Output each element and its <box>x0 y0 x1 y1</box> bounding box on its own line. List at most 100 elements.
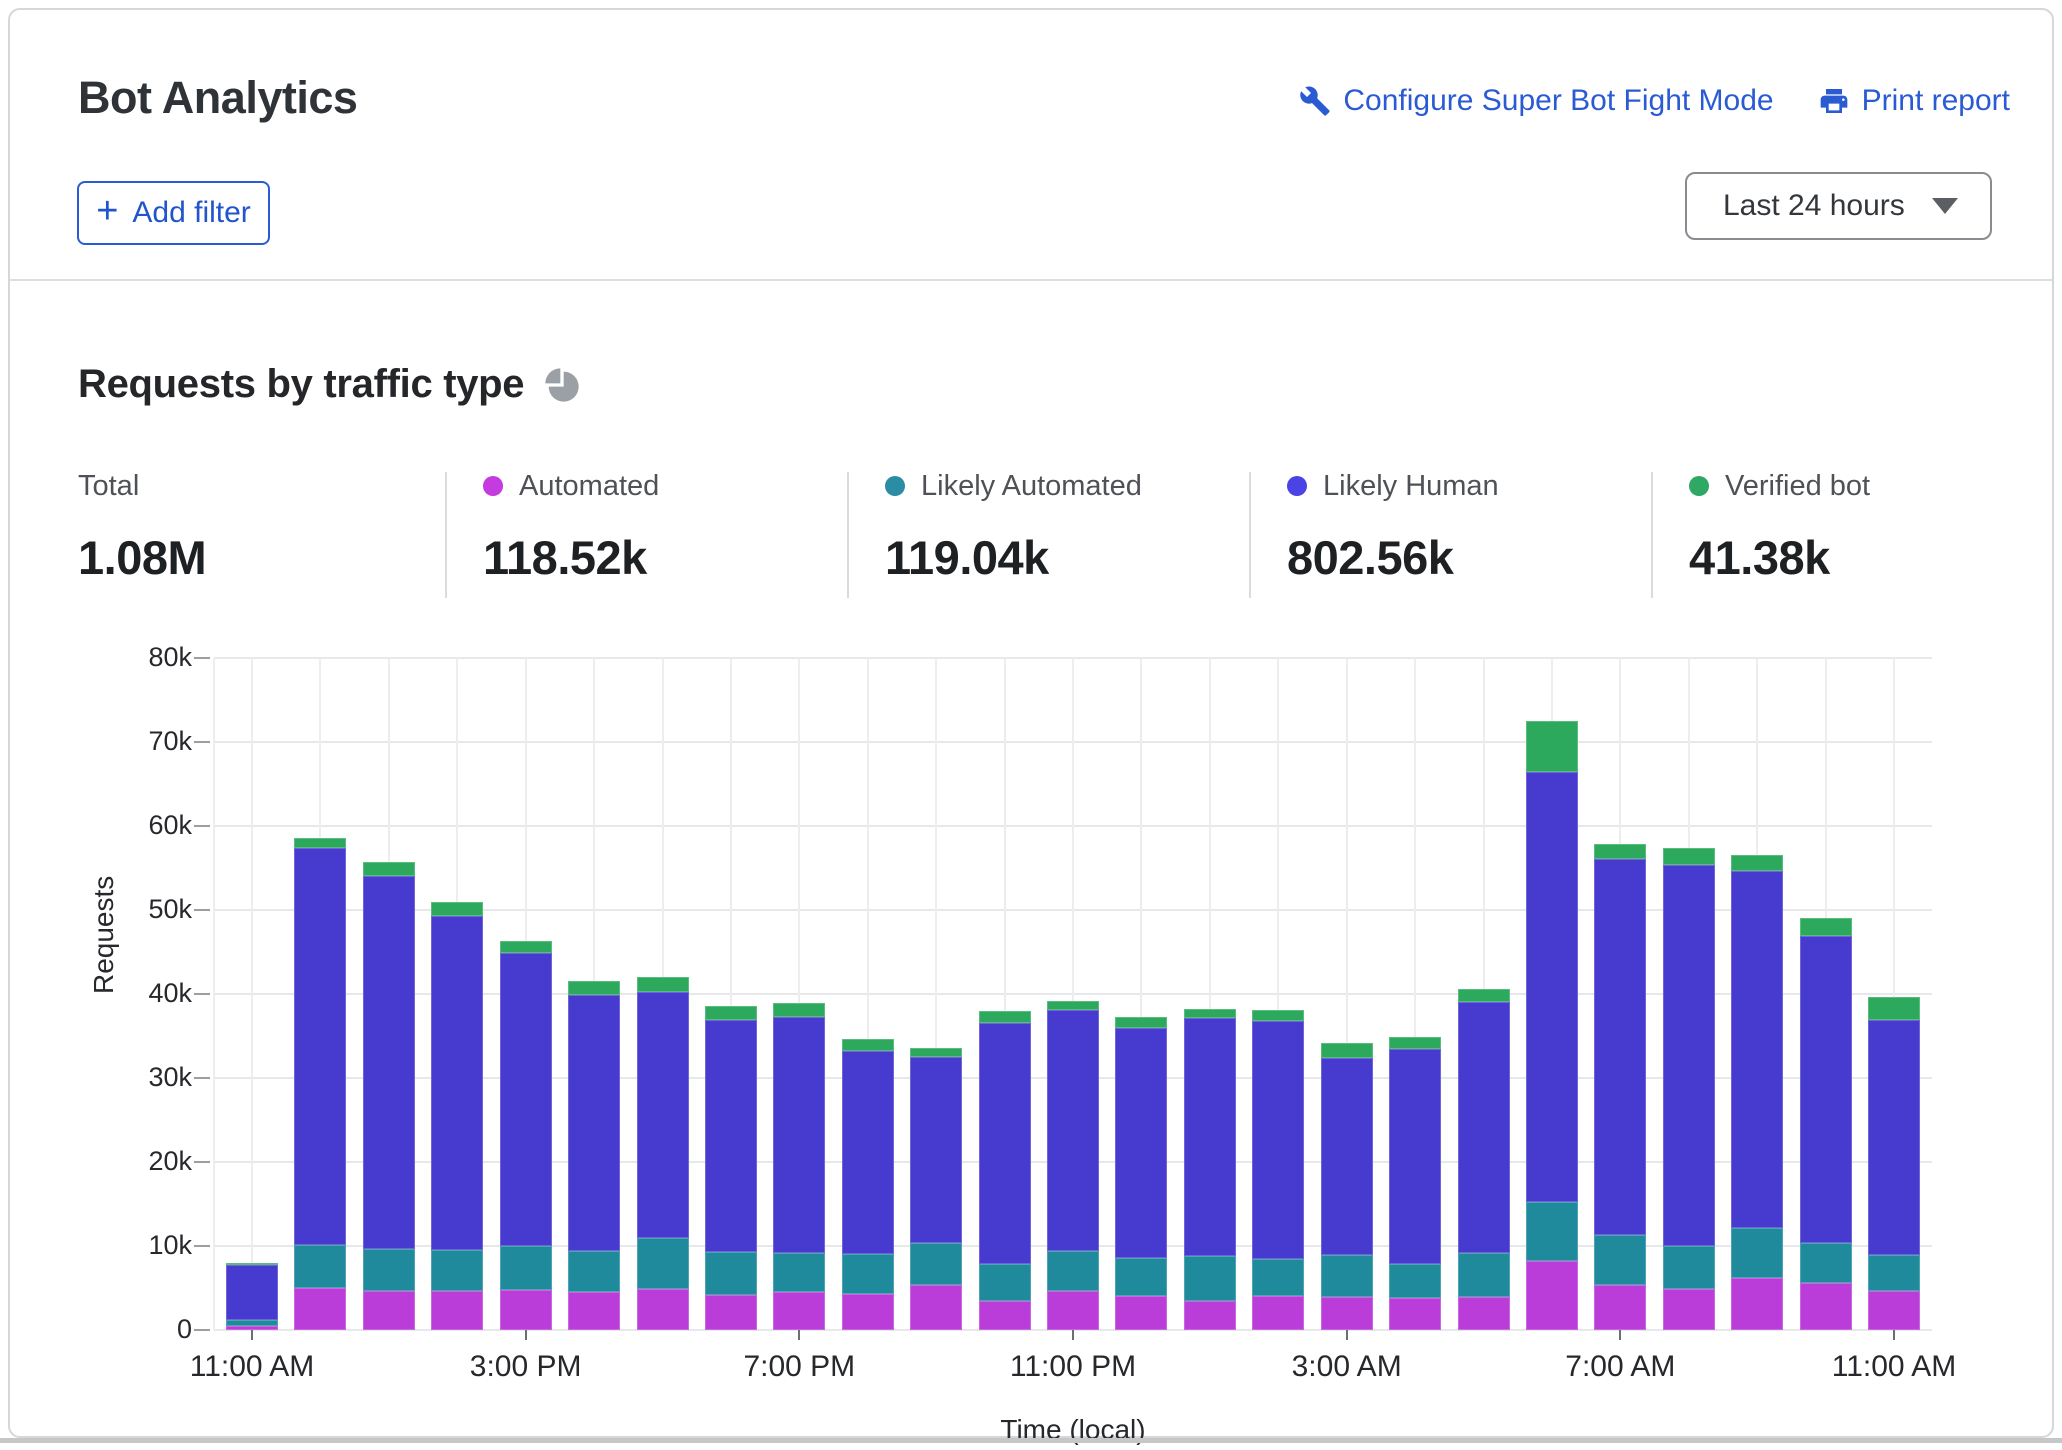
bar-segment-likely-automated[interactable] <box>226 1320 278 1326</box>
bar-segment-automated[interactable] <box>1868 1291 1920 1330</box>
bar-segment-automated[interactable] <box>500 1290 552 1330</box>
add-filter-button[interactable]: + Add filter <box>77 181 270 245</box>
bar-segment-likely-automated[interactable] <box>363 1249 415 1290</box>
bar-segment-verified-bot[interactable] <box>363 862 415 875</box>
bar-segment-verified-bot[interactable] <box>637 977 689 992</box>
bar-segment-likely-human[interactable] <box>1526 772 1578 1202</box>
bar-segment-likely-human[interactable] <box>1731 871 1783 1228</box>
bar-segment-automated[interactable] <box>363 1291 415 1330</box>
bar-segment-verified-bot[interactable] <box>1800 918 1852 936</box>
bar-segment-verified-bot[interactable] <box>1252 1010 1304 1021</box>
bar-segment-verified-bot[interactable] <box>1868 997 1920 1020</box>
bar-segment-automated[interactable] <box>1594 1285 1646 1330</box>
bar-segment-likely-automated[interactable] <box>431 1250 483 1291</box>
bar-segment-likely-automated[interactable] <box>773 1253 825 1292</box>
bar-segment-verified-bot[interactable] <box>294 838 346 848</box>
bar-segment-automated[interactable] <box>1321 1297 1373 1330</box>
bar-segment-automated[interactable] <box>705 1295 757 1330</box>
bar-segment-automated[interactable] <box>979 1301 1031 1330</box>
bar-segment-automated[interactable] <box>842 1294 894 1330</box>
time-range-dropdown[interactable]: Last 24 hours <box>1685 172 1992 240</box>
bar-segment-likely-human[interactable] <box>1458 1002 1510 1253</box>
bar-segment-likely-automated[interactable] <box>1184 1256 1236 1301</box>
bar-segment-likely-human[interactable] <box>431 916 483 1250</box>
bar-segment-likely-human[interactable] <box>1800 936 1852 1243</box>
bar-segment-likely-human[interactable] <box>500 953 552 1246</box>
bar-segment-verified-bot[interactable] <box>1047 1001 1099 1010</box>
bar-segment-likely-automated[interactable] <box>1115 1258 1167 1296</box>
bar-segment-verified-bot[interactable] <box>1663 848 1715 866</box>
bar-segment-likely-automated[interactable] <box>294 1245 346 1288</box>
bar-segment-likely-automated[interactable] <box>1526 1202 1578 1261</box>
bar-segment-likely-human[interactable] <box>1321 1058 1373 1255</box>
bar-segment-likely-automated[interactable] <box>842 1254 894 1293</box>
bar-segment-automated[interactable] <box>1047 1291 1099 1330</box>
bar-segment-automated[interactable] <box>1252 1296 1304 1330</box>
bar-segment-likely-human[interactable] <box>568 995 620 1251</box>
bar-segment-automated[interactable] <box>294 1288 346 1330</box>
bar-segment-likely-automated[interactable] <box>1663 1246 1715 1289</box>
bar-segment-automated[interactable] <box>1115 1296 1167 1330</box>
bar-segment-likely-human[interactable] <box>226 1265 278 1320</box>
bar-segment-verified-bot[interactable] <box>1594 844 1646 859</box>
bar-segment-automated[interactable] <box>1389 1298 1441 1330</box>
bar-segment-verified-bot[interactable] <box>705 1006 757 1020</box>
bar-segment-likely-automated[interactable] <box>568 1251 620 1292</box>
bar-segment-likely-automated[interactable] <box>1321 1255 1373 1297</box>
bar-segment-verified-bot[interactable] <box>1184 1009 1236 1018</box>
bar-segment-likely-human[interactable] <box>1389 1049 1441 1264</box>
bar-segment-verified-bot[interactable] <box>500 941 552 953</box>
bar-segment-likely-human[interactable] <box>773 1017 825 1253</box>
bar-segment-likely-automated[interactable] <box>1047 1251 1099 1290</box>
bar-segment-verified-bot[interactable] <box>979 1011 1031 1023</box>
bar-segment-verified-bot[interactable] <box>1458 989 1510 1002</box>
bar-segment-likely-automated[interactable] <box>979 1264 1031 1301</box>
print-report-link[interactable]: Print report <box>1818 84 2010 118</box>
bar-segment-likely-human[interactable] <box>910 1057 962 1243</box>
bar-segment-likely-automated[interactable] <box>1252 1259 1304 1296</box>
bar-segment-likely-human[interactable] <box>1115 1028 1167 1258</box>
bar-segment-likely-human[interactable] <box>1594 859 1646 1235</box>
bar-segment-likely-automated[interactable] <box>637 1238 689 1288</box>
bar-segment-automated[interactable] <box>431 1291 483 1330</box>
bar-segment-automated[interactable] <box>1458 1297 1510 1330</box>
bar-segment-likely-automated[interactable] <box>910 1243 962 1286</box>
bar-segment-verified-bot[interactable] <box>842 1039 894 1051</box>
bar-segment-likely-human[interactable] <box>1184 1018 1236 1256</box>
bar-segment-likely-automated[interactable] <box>1458 1253 1510 1298</box>
bar-segment-likely-human[interactable] <box>1047 1010 1099 1251</box>
bar-segment-automated[interactable] <box>1663 1289 1715 1330</box>
bar-segment-likely-human[interactable] <box>1663 865 1715 1246</box>
bar-segment-likely-human[interactable] <box>705 1020 757 1252</box>
bar-segment-likely-automated[interactable] <box>1594 1235 1646 1285</box>
bar-segment-likely-human[interactable] <box>637 992 689 1238</box>
bar-segment-automated[interactable] <box>1526 1261 1578 1330</box>
bar-segment-likely-automated[interactable] <box>1731 1228 1783 1278</box>
bar-segment-verified-bot[interactable] <box>226 1263 278 1265</box>
bar-segment-automated[interactable] <box>568 1292 620 1330</box>
bar-segment-automated[interactable] <box>1184 1301 1236 1330</box>
configure-super-bot-fight-mode-link[interactable]: Configure Super Bot Fight Mode <box>1299 84 1773 118</box>
bar-segment-likely-automated[interactable] <box>1389 1264 1441 1298</box>
bar-segment-verified-bot[interactable] <box>1389 1037 1441 1049</box>
bar-segment-automated[interactable] <box>637 1289 689 1330</box>
bar-segment-likely-human[interactable] <box>979 1023 1031 1264</box>
bar-segment-automated[interactable] <box>1731 1278 1783 1330</box>
bar-segment-likely-human[interactable] <box>294 848 346 1245</box>
bar-segment-likely-human[interactable] <box>842 1051 894 1254</box>
bar-segment-likely-human[interactable] <box>363 876 415 1250</box>
bar-segment-verified-bot[interactable] <box>910 1048 962 1057</box>
bar-segment-likely-automated[interactable] <box>705 1252 757 1295</box>
bar-segment-verified-bot[interactable] <box>568 981 620 994</box>
bar-segment-verified-bot[interactable] <box>773 1003 825 1016</box>
bar-segment-verified-bot[interactable] <box>431 902 483 916</box>
bar-segment-likely-automated[interactable] <box>1868 1255 1920 1290</box>
bar-segment-automated[interactable] <box>1800 1283 1852 1330</box>
bar-segment-likely-human[interactable] <box>1252 1021 1304 1259</box>
bar-segment-automated[interactable] <box>910 1285 962 1330</box>
bar-segment-verified-bot[interactable] <box>1526 721 1578 772</box>
bar-segment-verified-bot[interactable] <box>1731 855 1783 870</box>
bar-segment-verified-bot[interactable] <box>1321 1043 1373 1058</box>
bar-segment-likely-automated[interactable] <box>500 1246 552 1290</box>
bar-segment-likely-human[interactable] <box>1868 1020 1920 1255</box>
